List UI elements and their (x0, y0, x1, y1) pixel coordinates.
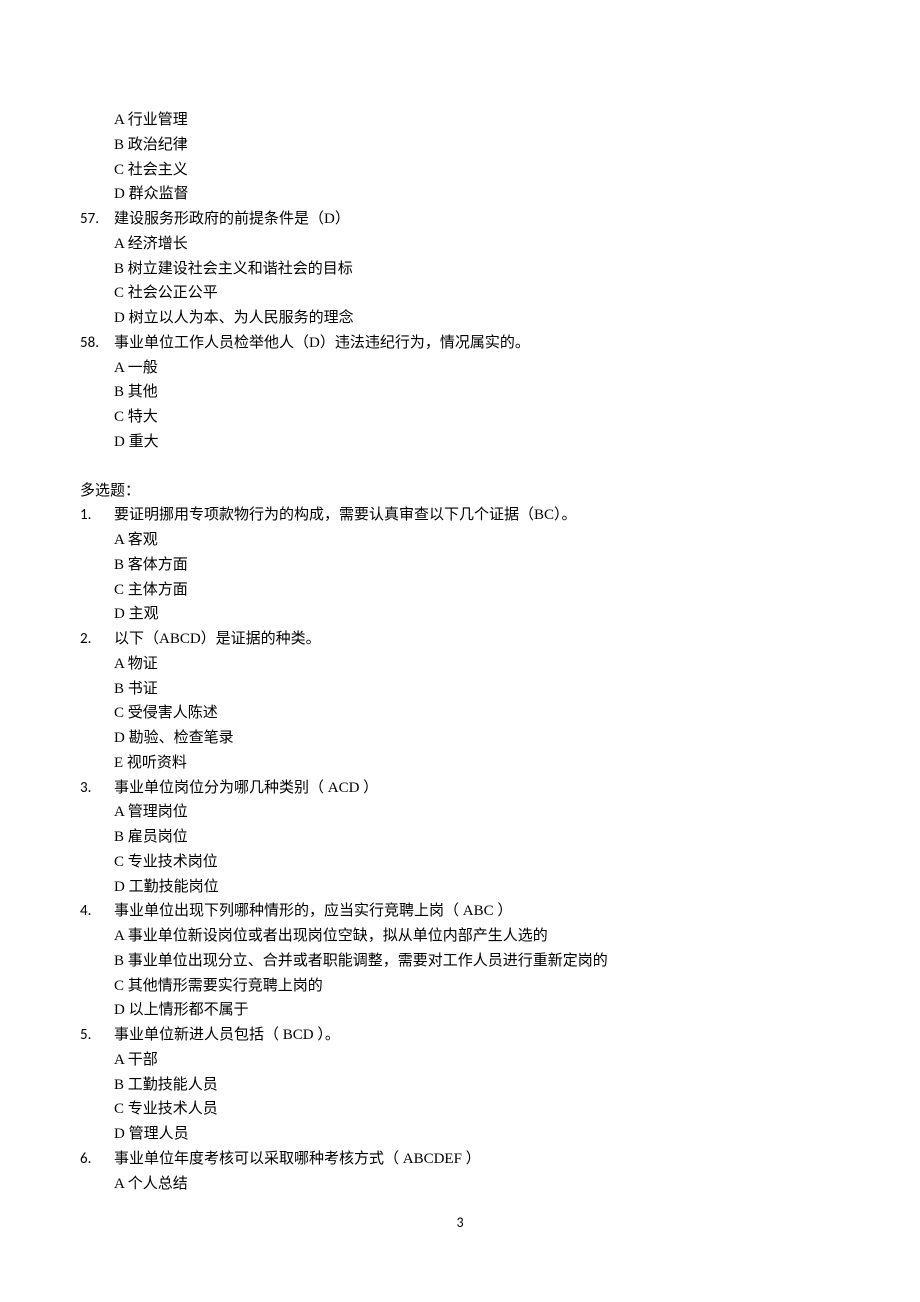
multi-question-5: 5. 事业单位新进人员包括（ BCD ）。 A 干部 B 工勤技能人员 C 专业… (80, 1023, 840, 1147)
question-text: 事业单位工作人员检举他人（D）违法违纪行为，情况属实的。 (114, 335, 530, 351)
multi-question-6: 6. 事业单位年度考核可以采取哪种考核方式（ ABCDEF ） A 个人总结 (80, 1147, 840, 1197)
option-d: D 勘验、检查笔录 (114, 726, 840, 751)
option-d: D 群众监督 (114, 182, 840, 207)
option-a: A 物证 (114, 652, 840, 677)
option-c: C 专业技术岗位 (114, 850, 840, 875)
option-e: E 视听资料 (114, 751, 840, 776)
option-b: B 树立建设社会主义和谐社会的目标 (114, 257, 840, 282)
option-d: D 以上情形都不属于 (114, 998, 840, 1023)
option-a: A 干部 (114, 1048, 840, 1073)
question-58: 58. 事业单位工作人员检举他人（D）违法违纪行为，情况属实的。 A 一般 B … (80, 331, 840, 455)
option-d: D 主观 (114, 602, 840, 627)
option-c: C 社会主义 (114, 158, 840, 183)
question-text: 事业单位新进人员包括（ BCD ）。 (114, 1027, 340, 1043)
option-a: A 客观 (114, 528, 840, 553)
question-text: 事业单位岗位分为哪几种类别（ ACD ） (114, 780, 378, 796)
document-page: A 行业管理 B 政治纪律 C 社会主义 D 群众监督 57. 建设服务形政府的… (0, 0, 920, 1302)
option-a: A 行业管理 (114, 108, 840, 133)
option-b: B 政治纪律 (114, 133, 840, 158)
question-number: 6. (80, 1147, 114, 1197)
option-d: D 管理人员 (114, 1122, 840, 1147)
option-d: D 重大 (114, 430, 840, 455)
option-a: A 一般 (114, 356, 840, 381)
option-b: B 工勤技能人员 (114, 1073, 840, 1098)
option-c: C 主体方面 (114, 578, 840, 603)
option-c: C 专业技术人员 (114, 1097, 840, 1122)
option-c: C 特大 (114, 405, 840, 430)
question-text: 建设服务形政府的前提条件是（D） (114, 211, 350, 227)
option-c: C 社会公正公平 (114, 281, 840, 306)
question-number: 5. (80, 1023, 114, 1147)
question-number: 57. (80, 207, 114, 331)
option-d: D 工勤技能岗位 (114, 875, 840, 900)
question-number: 1. (80, 503, 114, 627)
question-number: 3. (80, 776, 114, 900)
option-b: B 书证 (114, 677, 840, 702)
prev-question-options: A 行业管理 B 政治纪律 C 社会主义 D 群众监督 (80, 108, 840, 207)
question-number: 58. (80, 331, 114, 455)
multi-question-1: 1. 要证明挪用专项款物行为的构成，需要认真审查以下几个证据（BC）。 A 客观… (80, 503, 840, 627)
question-number: 2. (80, 627, 114, 776)
multi-question-2: 2. 以下（ABCD）是证据的种类。 A 物证 B 书证 C 受侵害人陈述 D … (80, 627, 840, 776)
question-text: 要证明挪用专项款物行为的构成，需要认真审查以下几个证据（BC）。 (114, 507, 577, 523)
option-d: D 树立以人为本、为人民服务的理念 (114, 306, 840, 331)
option-a: A 事业单位新设岗位或者出现岗位空缺，拟从单位内部产生人选的 (114, 924, 840, 949)
option-a: A 经济增长 (114, 232, 840, 257)
question-text: 事业单位出现下列哪种情形的，应当实行竞聘上岗（ ABC ） (114, 903, 512, 919)
question-57: 57. 建设服务形政府的前提条件是（D） A 经济增长 B 树立建设社会主义和谐… (80, 207, 840, 331)
multi-question-4: 4. 事业单位出现下列哪种情形的，应当实行竞聘上岗（ ABC ） A 事业单位新… (80, 899, 840, 1023)
question-text: 事业单位年度考核可以采取哪种考核方式（ ABCDEF ） (114, 1151, 481, 1167)
option-a: A 个人总结 (114, 1172, 840, 1197)
option-c: C 受侵害人陈述 (114, 701, 840, 726)
option-b: B 其他 (114, 380, 840, 405)
question-text: 以下（ABCD）是证据的种类。 (114, 631, 321, 647)
section-header-multiple-choice: 多选题： (80, 479, 840, 504)
question-number: 4. (80, 899, 114, 1023)
page-number: 3 (0, 1211, 920, 1234)
option-b: B 雇员岗位 (114, 825, 840, 850)
option-b: B 客体方面 (114, 553, 840, 578)
multi-question-3: 3. 事业单位岗位分为哪几种类别（ ACD ） A 管理岗位 B 雇员岗位 C … (80, 776, 840, 900)
option-b: B 事业单位出现分立、合并或者职能调整，需要对工作人员进行重新定岗的 (114, 949, 840, 974)
option-a: A 管理岗位 (114, 800, 840, 825)
option-c: C 其他情形需要实行竞聘上岗的 (114, 974, 840, 999)
